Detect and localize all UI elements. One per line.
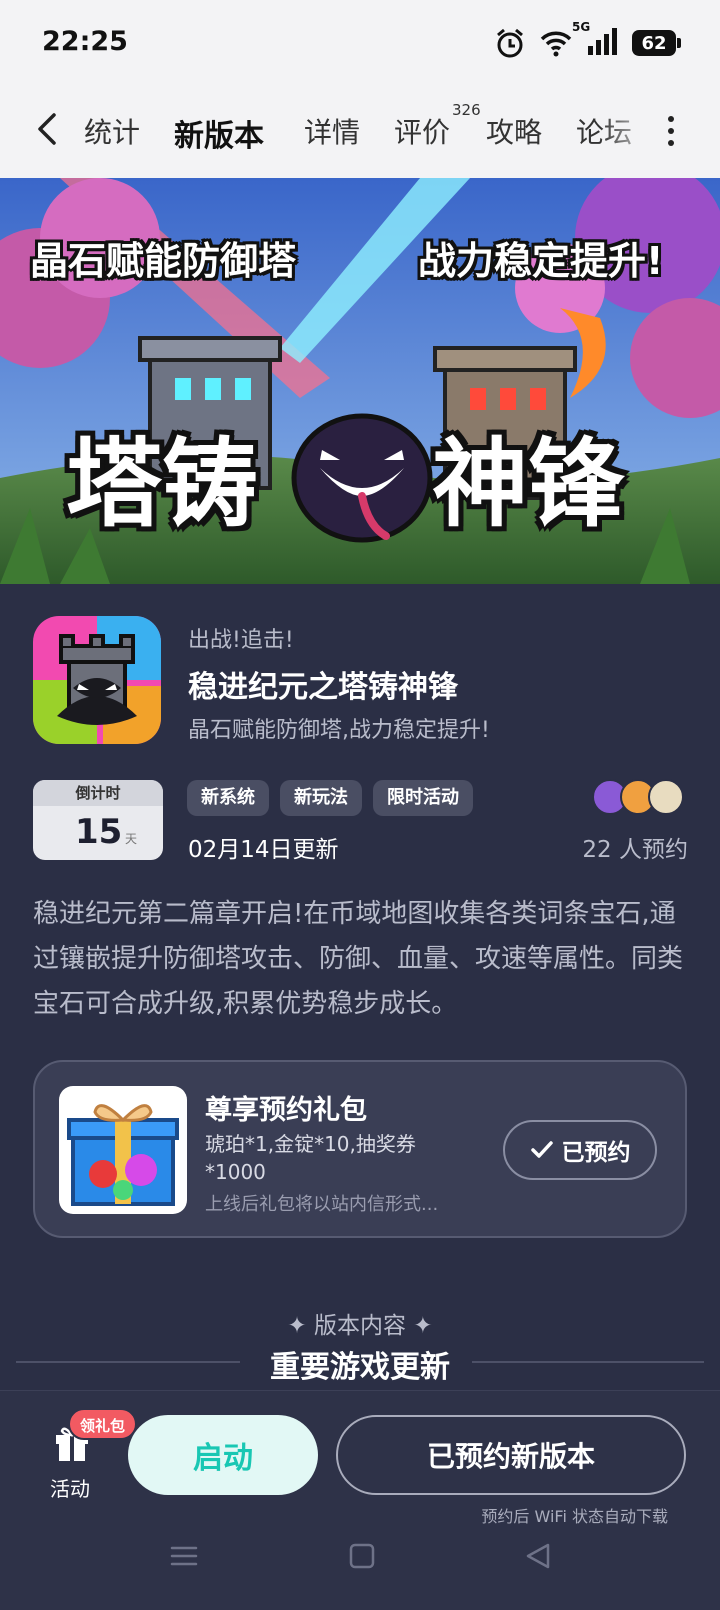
- game-subtitle: 晶石赋能防御塔,战力稳定提升!: [188, 718, 490, 743]
- gift-reserved-button[interactable]: 已预约: [503, 1120, 657, 1180]
- game-app-icon[interactable]: [33, 616, 161, 744]
- status-time: 22:25: [42, 26, 128, 57]
- gift-box-image: [59, 1086, 187, 1214]
- gift-box-icon: [67, 1104, 179, 1206]
- status-icons: 5G 62: [494, 20, 681, 60]
- home-icon[interactable]: [348, 1542, 376, 1570]
- back-arrow-icon[interactable]: [30, 107, 70, 151]
- reserve-count: 22 人预约: [582, 837, 688, 863]
- network-type: 5G: [572, 20, 591, 34]
- version-description: 稳进纪元第二篇章开启!在币域地图收集各类词条宝石,通过镶嵌提升防御塔攻击、防御、…: [33, 899, 684, 1019]
- countdown-card: 倒计时 15 天: [33, 780, 163, 860]
- signal-icon: [588, 28, 617, 55]
- countdown-unit: 天: [125, 832, 138, 846]
- menu-icon[interactable]: [170, 1542, 198, 1570]
- game-banner[interactable]: 晶石赋能防御塔 战力稳定提升! 塔铸 神锋: [0, 178, 720, 584]
- back-icon[interactable]: [524, 1542, 552, 1570]
- wifi-download-note: 预约后 WiFi 状态自动下载: [481, 1507, 668, 1526]
- gift-pack-badge[interactable]: 领礼包: [68, 1408, 138, 1440]
- alarm-icon: [497, 28, 523, 58]
- wifi-icon: [540, 31, 572, 57]
- tab-new-version[interactable]: 新版本: [168, 111, 270, 159]
- game-tagline: 出战!追击!: [188, 628, 294, 653]
- start-button[interactable]: 启动: [128, 1415, 318, 1495]
- banner-right-caption: 战力稳定提升!: [418, 239, 664, 283]
- battery-level: 62: [641, 32, 667, 54]
- tabs-fade: [600, 85, 660, 178]
- status-bar: 22:25 5G 62: [0, 0, 720, 85]
- update-date: 02月14日更新: [188, 837, 339, 863]
- reserved-new-version-button[interactable]: 已预约新版本: [336, 1415, 686, 1495]
- system-navigation-bar: [0, 1530, 720, 1600]
- tab-guides[interactable]: 攻略: [486, 111, 542, 151]
- gift-items: 琥珀*1,金锭*10,抽奖券*1000: [205, 1132, 416, 1184]
- tag-limited-event[interactable]: 限时活动: [373, 780, 473, 816]
- tag-new-gameplay[interactable]: 新玩法: [280, 780, 362, 816]
- banner-title-right: 神锋: [432, 428, 624, 540]
- section-title: 重要游戏更新: [270, 1350, 450, 1385]
- reserver-avatars[interactable]: [592, 779, 688, 817]
- tab-reviews[interactable]: 评价: [394, 111, 450, 151]
- reviews-count-badge: 326: [452, 101, 481, 119]
- signal-group: 5G: [572, 20, 618, 60]
- tower-logo-icon: [33, 616, 161, 744]
- banner-title-left: 塔铸: [66, 428, 258, 540]
- banner-left-caption: 晶石赋能防御塔: [30, 239, 297, 283]
- gift-title: 尊享预约礼包: [205, 1095, 367, 1126]
- check-icon: [530, 1141, 553, 1158]
- tag-new-system[interactable]: 新系统: [187, 780, 269, 816]
- tab-details[interactable]: 详情: [304, 111, 360, 151]
- countdown-value: 15: [75, 812, 123, 852]
- avatar: [648, 779, 684, 815]
- top-nav: 统计 新版本 详情 评价 326 攻略 论坛: [0, 85, 720, 178]
- gift-reserved-label: 已预约: [561, 1140, 631, 1166]
- game-title: 稳进纪元之塔铸神锋: [188, 670, 458, 705]
- tab-new-version-label: 新版本: [174, 119, 264, 154]
- activity-label: 活动: [50, 1477, 90, 1501]
- more-options-icon[interactable]: [662, 113, 680, 149]
- reserve-gift-card[interactable]: 尊享预约礼包 琥珀*1,金锭*10,抽奖券*1000 上线后礼包将以站内信形式.…: [33, 1060, 687, 1238]
- gift-note: 上线后礼包将以站内信形式...: [205, 1194, 439, 1215]
- section-subtitle: ✦ 版本内容 ✦: [287, 1313, 433, 1339]
- tab-stats[interactable]: 统计: [84, 111, 140, 151]
- countdown-label: 倒计时: [33, 780, 163, 806]
- battery-indicator: 62: [632, 30, 681, 56]
